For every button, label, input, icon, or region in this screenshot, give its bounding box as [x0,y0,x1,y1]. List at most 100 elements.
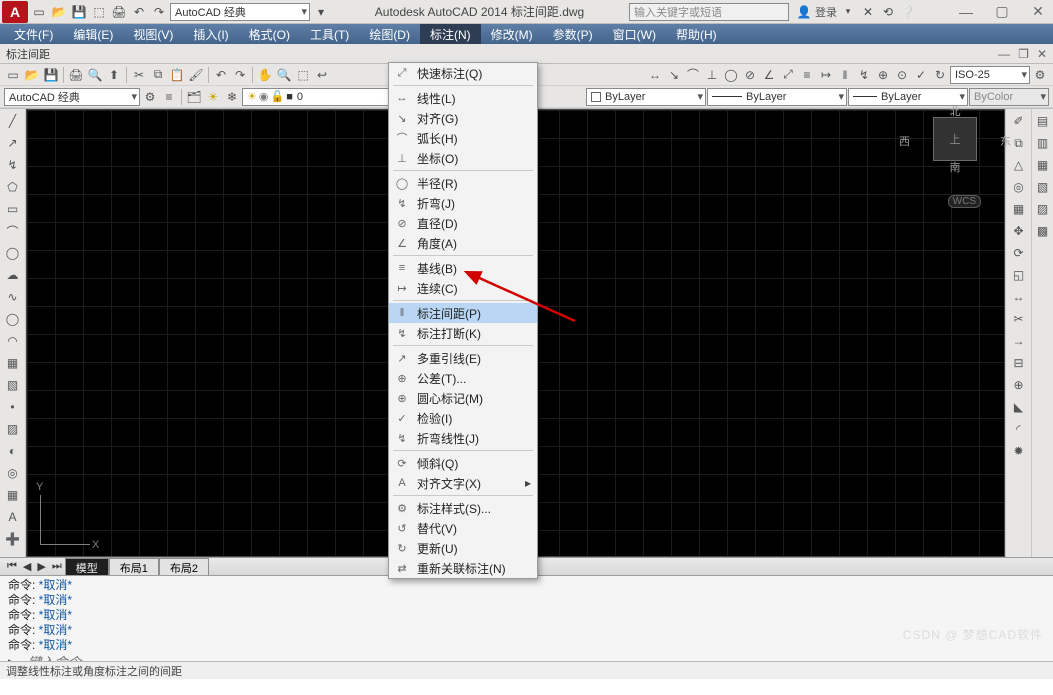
dim-menu-item[interactable]: ⊕公差(T)... [389,368,537,388]
layer-freeze-icon[interactable]: ❄ [223,88,241,106]
workspace-drop-icon[interactable]: ≡ [160,88,178,106]
dim-menu-item[interactable]: ✓检验(I) [389,408,537,428]
dim-menu-item[interactable]: ↦连续(C) [389,278,537,298]
dim-menu-item[interactable]: ⊕圆心标记(M) [389,388,537,408]
tab-layout1[interactable]: 布局1 [109,558,159,577]
menu-dimension[interactable]: 标注(N) [420,24,481,45]
dim-menu-item[interactable]: ↺替代(V) [389,518,537,538]
fillet-icon[interactable]: ◜ [1010,420,1028,438]
dim-menu-item[interactable]: ⊘直径(D) [389,213,537,233]
tab-nav-last-icon[interactable]: ⏭ [49,560,65,573]
markup-icon[interactable]: ▨ [1034,200,1052,218]
dim-menu-item[interactable]: ⇄重新关联标注(N) [389,558,537,578]
dim-continue-icon[interactable]: ↦ [817,66,835,84]
layer-state-icon[interactable]: ☀ [204,88,222,106]
properties-icon[interactable]: ▤ [1034,112,1052,130]
publish-icon[interactable]: ⬆ [105,66,123,84]
paste-icon[interactable]: 📋 [168,66,186,84]
dim-menu-item[interactable]: ‖标注间距(P) [389,303,537,323]
dim-menu-item[interactable]: ↻更新(U) [389,538,537,558]
explode-icon[interactable]: ✹ [1010,442,1028,460]
menu-view[interactable]: 视图(V) [123,24,183,45]
help-search-input[interactable]: 输入关键字或短语 [629,3,789,21]
dim-radius-icon[interactable]: ◯ [722,66,740,84]
command-input[interactable] [28,655,328,661]
maximize-button[interactable]: ▢ [989,3,1015,20]
dim-angular-icon[interactable]: ∠ [760,66,778,84]
zoom-window-icon[interactable]: ⬚ [294,66,312,84]
open-icon[interactable]: 📂 [23,66,41,84]
layer-props-icon[interactable]: 🗂 [185,88,203,106]
dim-arc-icon[interactable]: ⌒ [684,66,702,84]
workspace-combo[interactable]: AutoCAD 经典 [4,88,140,106]
wcs-badge[interactable]: WCS [948,195,981,208]
offset-icon[interactable]: ◎ [1010,178,1028,196]
dim-style-icon[interactable]: ⚙ [1031,66,1049,84]
menu-help[interactable]: 帮助(H) [666,24,727,45]
open-icon[interactable]: 📂 [50,3,68,21]
dim-menu-item[interactable]: ↗多重引线(E) [389,348,537,368]
hatch-icon[interactable]: ▨ [4,420,22,438]
scale-icon[interactable]: ◱ [1010,266,1028,284]
polyline-icon[interactable]: ↯ [4,156,22,174]
revcloud-icon[interactable]: ☁ [4,266,22,284]
pan-icon[interactable]: ✋ [256,66,274,84]
login-drop-icon[interactable]: ▾ [839,3,857,21]
linetype-combo[interactable]: ByLayer [707,88,847,106]
ellipse-arc-icon[interactable]: ◠ [4,332,22,350]
dim-quick-icon[interactable]: ⤢ [779,66,797,84]
copy2-icon[interactable]: ⧉ [1010,134,1028,152]
cube-east[interactable]: 东 [1000,133,1011,149]
dim-menu-item[interactable]: ↯折弯线性(J) [389,428,537,448]
menu-modify[interactable]: 修改(M) [481,24,543,45]
undo-icon[interactable]: ↶ [212,66,230,84]
doc-restore-icon[interactable]: ❐ [1018,47,1029,61]
preview-icon[interactable]: 🔍 [86,66,104,84]
workspace-dropdown[interactable]: AutoCAD 经典 [170,3,310,21]
dim-diameter-icon[interactable]: ⊘ [741,66,759,84]
dim-menu-item[interactable]: ∠角度(A) [389,233,537,253]
dim-tolerance-icon[interactable]: ⊕ [874,66,892,84]
menu-insert[interactable]: 插入(I) [183,24,238,45]
break-icon[interactable]: ⊟ [1010,354,1028,372]
new-icon[interactable]: ▭ [4,66,22,84]
insert-block-icon[interactable]: ▦ [4,354,22,372]
undo-icon[interactable]: ↶ [130,3,148,21]
doc-min-icon[interactable]: — [998,47,1010,61]
view-cube[interactable]: 北 西 上 东 南 [915,117,995,161]
construction-line-icon[interactable]: ↗ [4,134,22,152]
menu-draw[interactable]: 绘图(D) [359,24,420,45]
dim-menu-item[interactable]: A对齐文字(X)▸ [389,473,537,493]
dim-inspect-icon[interactable]: ✓ [912,66,930,84]
dim-menu-item[interactable]: ⊥坐标(O) [389,148,537,168]
quickcalc-icon[interactable]: ▩ [1034,222,1052,240]
saveas-icon[interactable]: ⬚ [90,3,108,21]
new-icon[interactable]: ▭ [30,3,48,21]
dim-aligned-icon[interactable]: ↘ [665,66,683,84]
zoom-icon[interactable]: 🔍 [275,66,293,84]
array-icon[interactable]: ▦ [1010,200,1028,218]
dim-space-icon[interactable]: ‖ [836,66,854,84]
addselected-icon[interactable]: ➕ [4,530,22,548]
dim-menu-item[interactable]: ⤢快速标注(Q) [389,63,537,83]
erase-icon[interactable]: ✐ [1010,112,1028,130]
cube-west[interactable]: 西 [899,133,910,149]
dim-menu-item[interactable]: ↯折弯(J) [389,193,537,213]
autodesk360-icon[interactable]: ⟲ [879,3,897,21]
extend-icon[interactable]: → [1010,332,1028,350]
join-icon[interactable]: ⊕ [1010,376,1028,394]
save-icon[interactable]: 💾 [70,3,88,21]
rectangle-icon[interactable]: ▭ [4,200,22,218]
tool-palette-icon[interactable]: ▦ [1034,156,1052,174]
table-icon[interactable]: ▦ [4,486,22,504]
dim-menu-item[interactable]: ⟳倾斜(Q) [389,453,537,473]
close-button[interactable]: ✕ [1025,3,1051,20]
chamfer-icon[interactable]: ◣ [1010,398,1028,416]
dimstyle-combo[interactable]: ISO-25 [950,66,1030,84]
doc-close-icon[interactable]: ✕ [1037,47,1047,61]
cube-face[interactable]: 上 [933,117,977,161]
menu-file[interactable]: 文件(F) [4,24,63,45]
help-icon[interactable]: ❔ [899,3,917,21]
dim-menu-item[interactable]: ⚙标注样式(S)... [389,498,537,518]
spline-icon[interactable]: ∿ [4,288,22,306]
